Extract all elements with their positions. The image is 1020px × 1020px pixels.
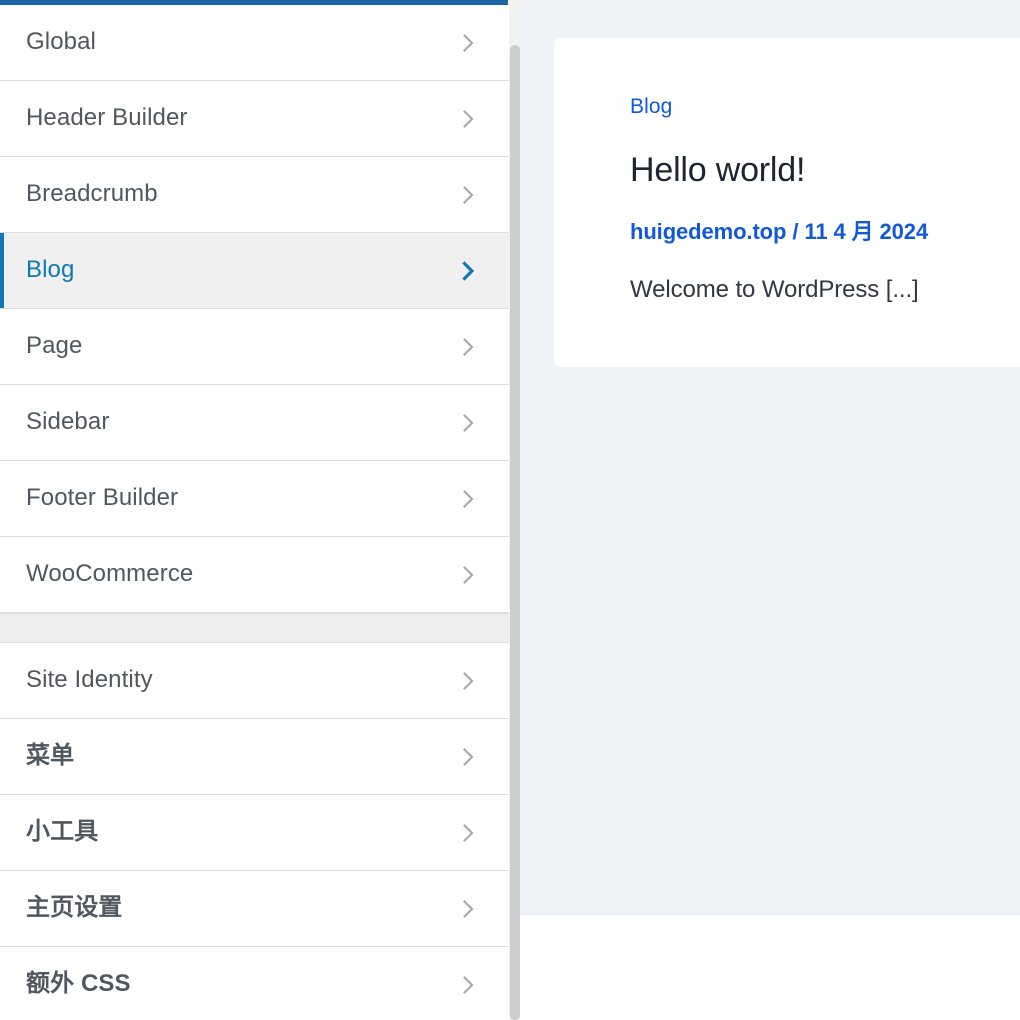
sidebar-group-separator <box>0 613 509 643</box>
sidebar-item-label: Site Identity <box>26 666 153 694</box>
customizer-sidebar: Global Header Builder Breadcrumb Blog Page Si… <box>0 0 520 1020</box>
post-category-link[interactable]: Blog <box>630 96 672 117</box>
sidebar-item-label: 小工具 <box>26 818 99 846</box>
sidebar-item-主页设置[interactable]: 主页设置 <box>0 871 509 947</box>
chevron-right-icon[interactable] <box>455 972 481 998</box>
sidebar-item-菜单[interactable]: 菜单 <box>0 719 509 795</box>
sidebar-item-label: 菜单 <box>26 742 75 770</box>
sidebar-item-woocommerce[interactable]: WooCommerce <box>0 537 509 613</box>
chevron-right-icon[interactable] <box>455 410 481 436</box>
sidebar-item-label: Blog <box>26 256 75 284</box>
chevron-right-icon[interactable] <box>455 30 481 56</box>
sidebar-item-label: Header Builder <box>26 104 188 132</box>
sidebar-item-breadcrumb[interactable]: Breadcrumb <box>0 157 509 233</box>
sidebar-item-label: Global <box>26 28 96 56</box>
sidebar-scrollbar[interactable] <box>509 0 520 1020</box>
post-meta-separator: / <box>792 219 799 245</box>
post-title: Hello world! <box>630 151 806 189</box>
chevron-right-icon[interactable] <box>455 106 481 132</box>
chevron-right-icon[interactable] <box>455 668 481 694</box>
sidebar-item-label: WooCommerce <box>26 560 194 588</box>
sidebar-scrollbar-thumb[interactable] <box>510 45 520 1020</box>
sidebar-item-label: 主页设置 <box>26 894 123 922</box>
post-meta-date[interactable]: 11 4 月 2024 <box>804 219 928 244</box>
sidebar-item-site-identity[interactable]: Site Identity <box>0 643 509 719</box>
sidebar-scroll-area[interactable]: Global Header Builder Breadcrumb Blog Page Si… <box>0 5 509 1020</box>
chevron-right-icon[interactable] <box>455 744 481 770</box>
customizer-screen: Global Header Builder Breadcrumb Blog Page Si… <box>0 0 1020 1020</box>
post-meta-site[interactable]: huigedemo.top <box>630 219 786 244</box>
post-excerpt: Welcome to WordPress [...] <box>630 276 919 304</box>
chevron-right-icon[interactable] <box>455 820 481 846</box>
site-preview-pane: Blog Hello world! huigedemo.top / 11 4 月… <box>520 0 1020 1020</box>
chevron-right-icon[interactable] <box>455 182 481 208</box>
sidebar-item-blog[interactable]: Blog <box>0 233 509 309</box>
sidebar-item-小工具[interactable]: 小工具 <box>0 795 509 871</box>
preview-canvas: Blog Hello world! huigedemo.top / 11 4 月… <box>520 0 1020 915</box>
sidebar-item-额外-css[interactable]: 额外 CSS <box>0 947 509 1020</box>
post-meta: huigedemo.top / 11 4 月 2024 <box>630 219 1020 245</box>
chevron-right-icon[interactable] <box>455 258 481 284</box>
sidebar-item-label: Sidebar <box>26 408 110 436</box>
sidebar-item-label: Page <box>26 332 83 360</box>
top-accent-bar <box>0 0 508 5</box>
chevron-right-icon[interactable] <box>455 486 481 512</box>
sidebar-item-footer-builder[interactable]: Footer Builder <box>0 461 509 537</box>
sidebar-item-page[interactable]: Page <box>0 309 509 385</box>
sidebar-item-sidebar[interactable]: Sidebar <box>0 385 509 461</box>
sidebar-item-label: Breadcrumb <box>26 180 158 208</box>
sidebar-item-label: 额外 CSS <box>26 970 131 998</box>
chevron-right-icon[interactable] <box>455 562 481 588</box>
chevron-right-icon[interactable] <box>455 334 481 360</box>
post-card: Blog Hello world! huigedemo.top / 11 4 月… <box>554 38 1020 367</box>
chevron-right-icon[interactable] <box>455 896 481 922</box>
sidebar-item-label: Footer Builder <box>26 484 179 512</box>
section-list: Global Header Builder Breadcrumb Blog Page Si… <box>0 5 509 1020</box>
sidebar-item-global[interactable]: Global <box>0 5 509 81</box>
sidebar-item-header-builder[interactable]: Header Builder <box>0 81 509 157</box>
